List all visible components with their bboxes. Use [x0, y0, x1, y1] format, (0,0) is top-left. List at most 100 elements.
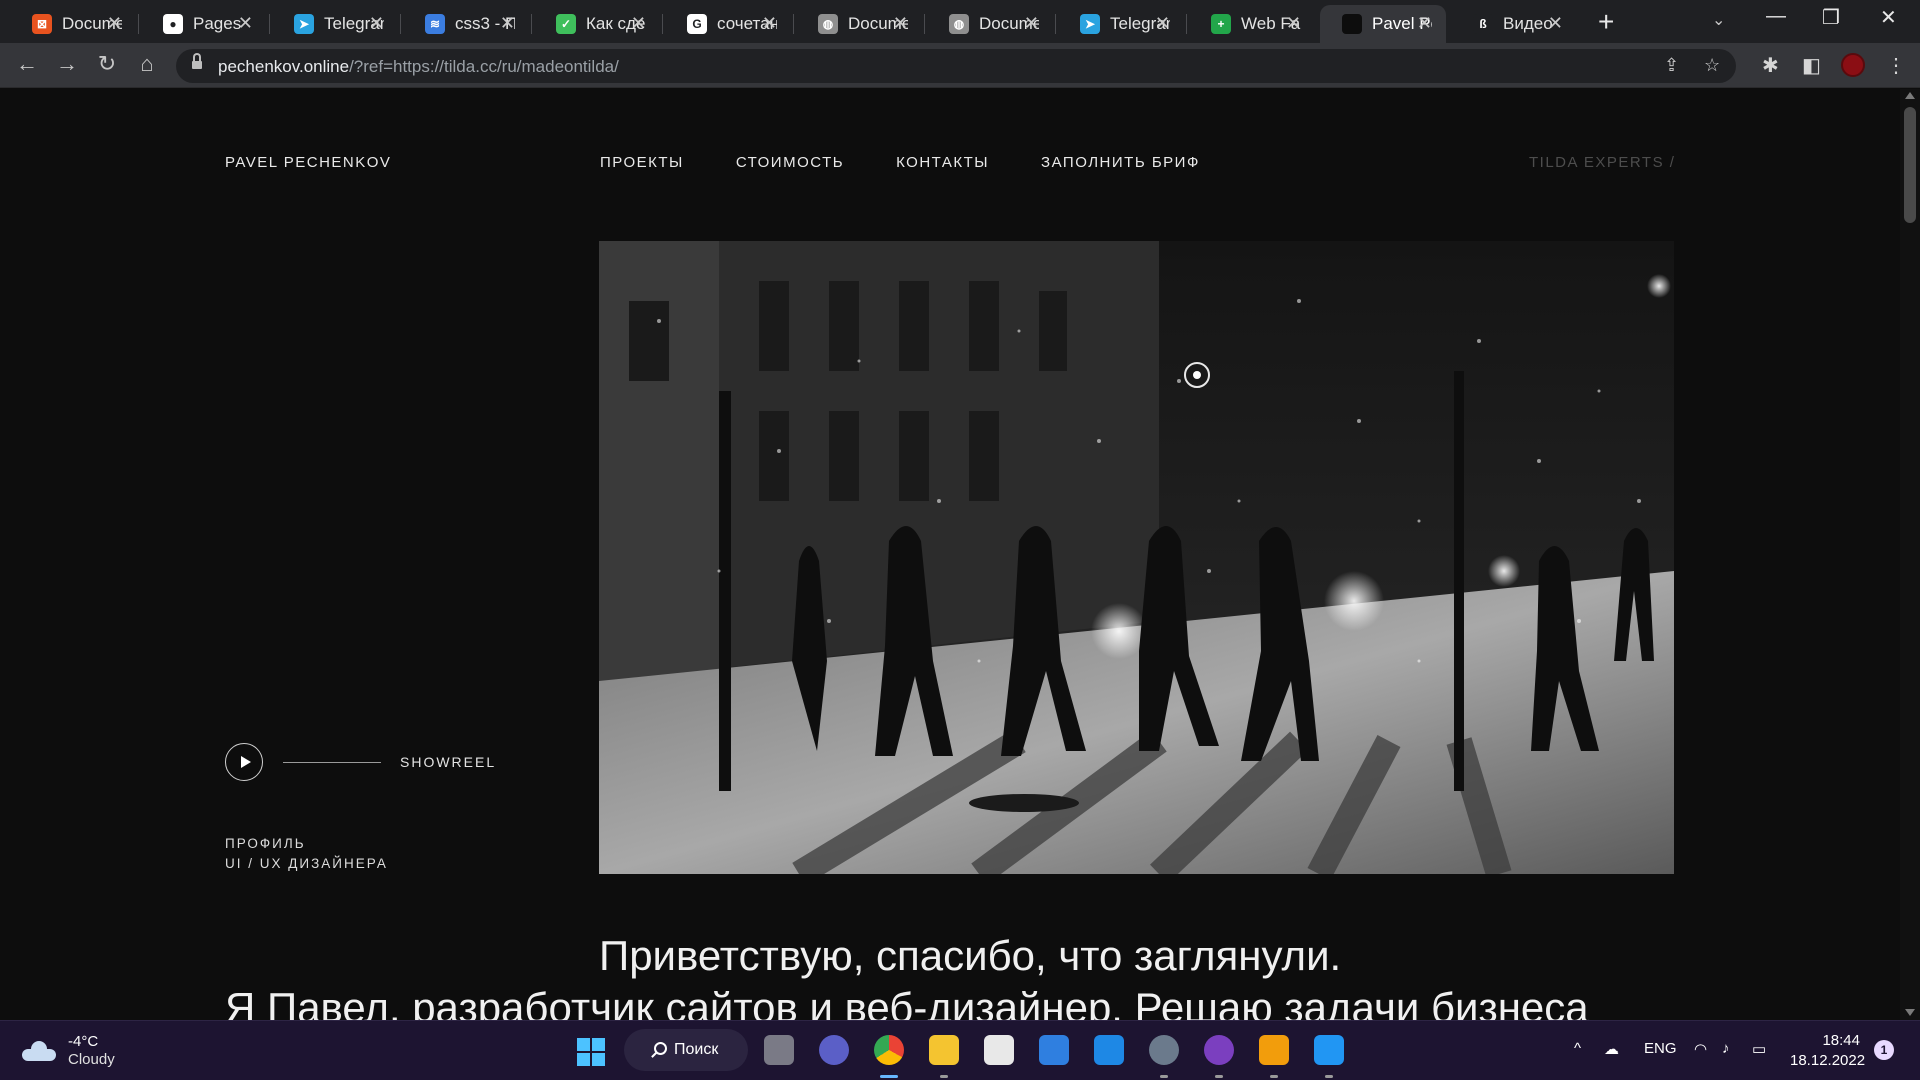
tab-favicon-icon: ≋ — [425, 14, 445, 34]
tab-separator — [269, 14, 270, 34]
sublime-text-icon[interactable] — [1259, 1035, 1289, 1078]
scroll-down-icon[interactable] — [1905, 1009, 1915, 1016]
github-desktop-icon[interactable] — [1204, 1035, 1234, 1078]
tab-favicon-icon: ◍ — [818, 14, 838, 34]
onedrive-icon[interactable]: ☁ — [1604, 1040, 1619, 1058]
nav-contacts[interactable]: КОНТАКТЫ — [896, 154, 989, 171]
browser-tab[interactable]: ≋ css3 - П ✕ — [403, 5, 529, 43]
tab-close-icon[interactable]: ✕ — [107, 13, 122, 34]
extensions-icon[interactable]: ✱ — [1762, 53, 1779, 78]
site-nav: ПРОЕКТЫ СТОИМОСТЬ КОНТАКТЫ ЗАПОЛНИТЬ БРИ… — [600, 154, 1200, 171]
menu-kebab-icon[interactable]: ⋮ — [1886, 53, 1906, 78]
tab-close-icon[interactable]: ✕ — [1417, 13, 1432, 34]
windows-start-icon[interactable] — [577, 1038, 605, 1066]
battery-icon[interactable]: ▭ — [1752, 1040, 1766, 1058]
volume-icon[interactable]: ♪ — [1722, 1040, 1730, 1057]
tab-close-icon[interactable]: ✕ — [500, 13, 515, 34]
scroll-up-icon[interactable] — [1905, 92, 1915, 99]
tab-close-icon[interactable]: ✕ — [1024, 13, 1039, 34]
tab-separator — [1055, 14, 1056, 34]
browser-tab[interactable]: ◍Document✕ — [927, 5, 1053, 43]
nav-pricing[interactable]: СТОИМОСТЬ — [736, 154, 844, 171]
taskbar-search[interactable]: Поиск — [624, 1029, 748, 1071]
browser-tab[interactable]: ß Видео ✕ — [1451, 5, 1577, 43]
tab-favicon-icon: ➤ — [1080, 14, 1100, 34]
browser-tab[interactable]: ⊠Document✕ — [10, 5, 136, 43]
cloud-icon — [22, 1041, 56, 1061]
site-logo[interactable]: PAVEL PECHENKOV — [225, 154, 391, 171]
nav-projects[interactable]: ПРОЕКТЫ — [600, 154, 684, 171]
profile-caption: ПРОФИЛЬ UI / UX ДИЗАЙНЕРА — [225, 834, 388, 874]
tray-chevron-icon[interactable]: ^ — [1574, 1040, 1581, 1057]
play-icon[interactable] — [225, 743, 263, 781]
search-icon — [654, 1042, 667, 1055]
wifi-icon[interactable]: ◠ — [1694, 1040, 1707, 1058]
url-text[interactable]: pechenkov.online/?ref=https://tilda.cc/r… — [218, 57, 619, 77]
bookmark-star-icon[interactable]: ☆ — [1704, 55, 1720, 76]
ms-store-icon[interactable] — [984, 1035, 1014, 1065]
mail-icon[interactable] — [1039, 1035, 1069, 1065]
browser-tab[interactable]: Pavel Pe✕ — [1320, 5, 1446, 43]
input-language[interactable]: ENG — [1644, 1040, 1677, 1057]
browser-tab[interactable]: + Web Fa ✕ — [1189, 5, 1315, 43]
profile-avatar[interactable] — [1841, 53, 1865, 77]
page-scrollbar[interactable] — [1900, 89, 1920, 1020]
photo-editor-icon[interactable] — [1314, 1035, 1344, 1078]
tilda-experts-link[interactable]: TILDA EXPERTS / — [1529, 154, 1675, 171]
teams-chat-icon[interactable] — [819, 1035, 849, 1065]
profile-label: ПРОФИЛЬ — [225, 836, 306, 851]
tab-separator — [138, 14, 139, 34]
notification-badge[interactable]: 1 — [1874, 1040, 1894, 1060]
clock-time: 18:44 — [1822, 1032, 1860, 1049]
weather-widget[interactable]: -4°C Cloudy — [22, 1033, 115, 1069]
browser-tab[interactable]: ✓ Как сде ✕ — [534, 5, 660, 43]
tab-favicon-icon: ➤ — [294, 14, 314, 34]
tab-close-icon[interactable]: ✕ — [631, 13, 646, 34]
browser-tab[interactable]: ◍Document✕ — [796, 5, 922, 43]
forward-icon[interactable]: → — [52, 51, 82, 77]
new-tab-icon[interactable]: + — [1598, 6, 1614, 38]
tab-close-icon[interactable]: ✕ — [1286, 13, 1301, 34]
file-explorer-icon[interactable] — [929, 1035, 959, 1078]
lock-icon[interactable] — [192, 53, 202, 70]
tab-search-icon[interactable]: ⌄ — [1712, 10, 1725, 30]
tab-separator — [531, 14, 532, 34]
restore-icon[interactable]: ❐ — [1822, 5, 1840, 30]
tab-close-icon[interactable]: ✕ — [893, 13, 908, 34]
back-icon[interactable]: ← — [12, 51, 42, 77]
tab-separator — [662, 14, 663, 34]
reload-icon[interactable]: ↻ — [92, 51, 122, 77]
browser-tab[interactable]: Gсочетан ✕ — [665, 5, 791, 43]
greeting-heading: Приветствую, спасибо, что заглянули. — [599, 932, 1342, 979]
nav-brief[interactable]: ЗАПОЛНИТЬ БРИФ — [1041, 154, 1200, 171]
browser-tab[interactable]: ➤Telegram✕ — [272, 5, 398, 43]
web-page: PAVEL PECHENKOV ПРОЕКТЫ СТОИМОСТЬ КОНТАК… — [0, 89, 1900, 1020]
tab-strip: ⊠Document✕●Pages✕➤Telegram✕≋css3 - П✕✓Ка… — [0, 0, 1920, 43]
browser-tab[interactable]: ● Pages ✕ — [141, 5, 267, 43]
side-panel-icon[interactable]: ◧ — [1802, 53, 1821, 78]
settings-gear-icon[interactable] — [1149, 1035, 1179, 1078]
tab-close-icon[interactable]: ✕ — [762, 13, 777, 34]
scroll-thumb[interactable] — [1904, 107, 1916, 223]
home-icon[interactable]: ⌂ — [132, 51, 162, 77]
chrome-icon[interactable] — [874, 1035, 904, 1078]
hero-photo — [599, 241, 1674, 874]
tab-close-icon[interactable]: ✕ — [369, 13, 384, 34]
showreel-label[interactable]: SHOWREEL — [400, 754, 496, 770]
tab-close-icon[interactable]: ✕ — [1548, 13, 1563, 34]
l-app-icon[interactable] — [1094, 1035, 1124, 1065]
close-window-icon[interactable]: ✕ — [1880, 5, 1897, 30]
address-bar[interactable]: pechenkov.online/?ref=https://tilda.cc/r… — [176, 49, 1736, 83]
showreel-control[interactable]: SHOWREEL — [225, 743, 496, 781]
weather-temp: -4°C — [68, 1033, 99, 1050]
search-label: Поиск — [674, 1041, 719, 1058]
share-icon[interactable]: ⇪ — [1664, 55, 1679, 76]
minimize-icon[interactable]: — — [1766, 5, 1786, 28]
tab-close-icon[interactable]: ✕ — [238, 13, 253, 34]
tab-close-icon[interactable]: ✕ — [1155, 13, 1170, 34]
browser-tab[interactable]: ➤Telegram✕ — [1058, 5, 1184, 43]
task-view-icon[interactable] — [764, 1035, 794, 1065]
system-clock[interactable]: 18:44 18.12.2022 — [1790, 1031, 1865, 1071]
weather-condition: Cloudy — [68, 1051, 115, 1068]
browser-toolbar: ← → ↻ ⌂ pechenkov.online/?ref=https://ti… — [0, 43, 1920, 88]
